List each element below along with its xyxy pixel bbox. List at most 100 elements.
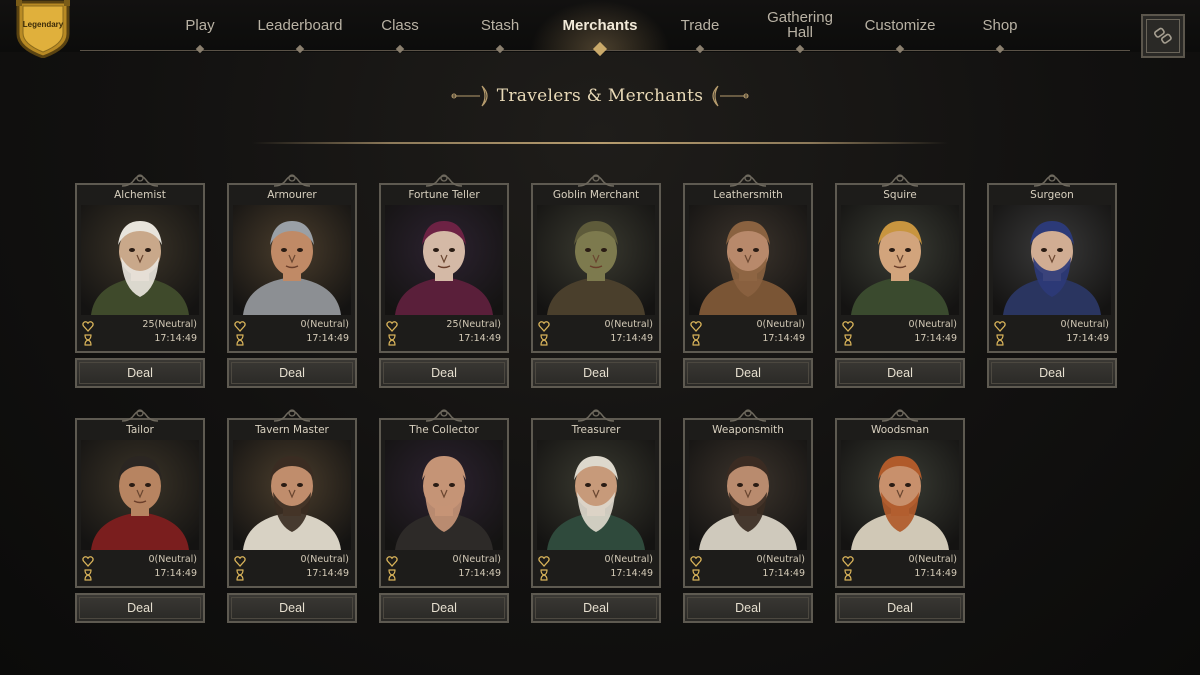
timer-row: 17:14:49 xyxy=(233,568,351,582)
merchant-card[interactable]: Alchemist 25(Neutral) 17:14:49 xyxy=(75,174,205,353)
rank-shield-icon[interactable] xyxy=(14,0,72,58)
deal-button-label: Deal xyxy=(735,601,761,615)
affinity-row: 0(Neutral) xyxy=(537,319,655,333)
merchant-portrait[interactable] xyxy=(841,440,959,550)
affinity-value: 25(Neutral) xyxy=(446,319,501,330)
merchant-portrait[interactable] xyxy=(537,205,655,315)
deal-button[interactable]: Deal xyxy=(75,358,205,388)
hourglass-icon xyxy=(844,334,852,346)
merchant-portrait[interactable] xyxy=(841,205,959,315)
tab-stash[interactable]: Stash xyxy=(460,0,540,50)
merchant-card[interactable]: Treasurer 0(Neutral) 17:14:49 xyxy=(531,409,661,588)
timer-row: 17:14:49 xyxy=(81,333,199,347)
card-crest-icon xyxy=(1033,174,1071,187)
merchant-card[interactable]: Tavern Master 0(Neutral) 17:14:49 xyxy=(227,409,357,588)
tab-play[interactable]: Play xyxy=(165,0,235,50)
tab-label: Stash xyxy=(480,16,520,34)
rank-label: Legendary xyxy=(22,20,64,29)
tab-customize[interactable]: Customize xyxy=(855,0,945,50)
hourglass-icon xyxy=(692,334,700,346)
hourglass-icon xyxy=(84,334,92,346)
affinity-value: 0(Neutral) xyxy=(148,554,197,565)
deal-button[interactable]: Deal xyxy=(683,358,813,388)
merchant-card[interactable]: The Collector 0(Neutral) 17:14:49 xyxy=(379,409,509,588)
merchant-portrait[interactable] xyxy=(993,205,1111,315)
deal-button[interactable]: Deal xyxy=(75,593,205,623)
deal-button[interactable]: Deal xyxy=(531,358,661,388)
card-crest-icon xyxy=(729,409,767,422)
deal-button-label: Deal xyxy=(431,366,457,380)
deal-button[interactable]: Deal xyxy=(835,358,965,388)
card-crest-icon xyxy=(273,409,311,422)
merchant-name: Tailor xyxy=(126,424,154,436)
social-button[interactable] xyxy=(1141,14,1185,58)
merchant-card[interactable]: Squire 0(Neutral) 17:14:49 xyxy=(835,174,965,353)
merchant-card[interactable]: Weaponsmith 0(Neutral) 17:14:49 xyxy=(683,409,813,588)
merchant-card[interactable]: Leathersmith 0(Neutral) 17:14:49 xyxy=(683,174,813,353)
restock-timer: 17:14:49 xyxy=(306,333,349,344)
affinity-value: 0(Neutral) xyxy=(1060,319,1109,330)
merchant-name: Tavern Master xyxy=(255,424,329,436)
timer-row: 17:14:49 xyxy=(841,568,959,582)
timer-row: 17:14:49 xyxy=(993,333,1111,347)
tab-gathering-hall[interactable]: Gathering Hall xyxy=(750,0,850,50)
deal-button[interactable]: Deal xyxy=(531,593,661,623)
deal-button-label: Deal xyxy=(279,601,305,615)
hourglass-icon xyxy=(236,569,244,581)
deal-button-label: Deal xyxy=(127,366,153,380)
merchant-card[interactable]: Woodsman 0(Neutral) 17:14:49 xyxy=(835,409,965,588)
merchant-name: Goblin Merchant xyxy=(552,189,640,201)
merchant-name: The Collector xyxy=(409,424,479,436)
deal-button[interactable]: Deal xyxy=(835,593,965,623)
restock-timer: 17:14:49 xyxy=(914,568,957,579)
merchant-name: Treasurer xyxy=(571,424,621,436)
merchant-card[interactable]: Armourer 0(Neutral) 17:14:49 xyxy=(227,174,357,353)
deal-button-label: Deal xyxy=(1039,366,1065,380)
page-title: Travelers & Merchants xyxy=(496,86,704,106)
merchant-card[interactable]: Goblin Merchant 0(Neutral) 17:14:49 xyxy=(531,174,661,353)
merchant-portrait[interactable] xyxy=(537,440,655,550)
affinity-heart-icon xyxy=(82,556,94,567)
tab-leaderboard[interactable]: Leaderboard xyxy=(245,0,355,50)
merchant-card[interactable]: Surgeon 0(Neutral) 17:14:49 xyxy=(987,174,1117,353)
hourglass-icon xyxy=(692,569,700,581)
merchant-portrait[interactable] xyxy=(385,205,503,315)
tab-class[interactable]: Class xyxy=(360,0,440,50)
deal-button[interactable]: Deal xyxy=(379,358,509,388)
deal-button-label: Deal xyxy=(887,601,913,615)
merchant-portrait[interactable] xyxy=(233,440,351,550)
hourglass-icon xyxy=(996,334,1004,346)
hourglass-icon xyxy=(540,334,548,346)
merchant-name: Fortune Teller xyxy=(408,189,480,201)
hourglass-icon xyxy=(388,334,396,346)
timer-row: 17:14:49 xyxy=(537,333,655,347)
affinity-value: 0(Neutral) xyxy=(300,319,349,330)
deal-button[interactable]: Deal xyxy=(227,358,357,388)
merchant-portrait[interactable] xyxy=(233,205,351,315)
restock-timer: 17:14:49 xyxy=(458,333,501,344)
merchant-card[interactable]: Tailor 0(Neutral) 17:14:49 xyxy=(75,409,205,588)
tab-trade[interactable]: Trade xyxy=(660,0,740,50)
merchant-card[interactable]: Fortune Teller 25(Neutral) 17:14:49 xyxy=(379,174,509,353)
deal-button[interactable]: Deal xyxy=(379,593,509,623)
affinity-heart-icon xyxy=(538,556,550,567)
affinity-heart-icon xyxy=(82,321,94,332)
merchant-portrait[interactable] xyxy=(689,440,807,550)
affinity-row: 0(Neutral) xyxy=(841,554,959,568)
affinity-heart-icon xyxy=(386,556,398,567)
affinity-heart-icon xyxy=(690,321,702,332)
merchant-portrait[interactable] xyxy=(689,205,807,315)
deal-button[interactable]: Deal xyxy=(227,593,357,623)
affinity-value: 0(Neutral) xyxy=(756,319,805,330)
card-crest-icon xyxy=(121,174,159,187)
affinity-row: 25(Neutral) xyxy=(385,319,503,333)
deal-button[interactable]: Deal xyxy=(987,358,1117,388)
merchant-name: Leathersmith xyxy=(713,189,783,201)
merchant-portrait[interactable] xyxy=(81,440,199,550)
merchant-portrait[interactable] xyxy=(81,205,199,315)
deal-button[interactable]: Deal xyxy=(683,593,813,623)
tab-shop[interactable]: Shop xyxy=(960,0,1040,50)
merchant-portrait[interactable] xyxy=(385,440,503,550)
chat-link-icon xyxy=(1153,27,1172,44)
affinity-heart-icon xyxy=(538,321,550,332)
